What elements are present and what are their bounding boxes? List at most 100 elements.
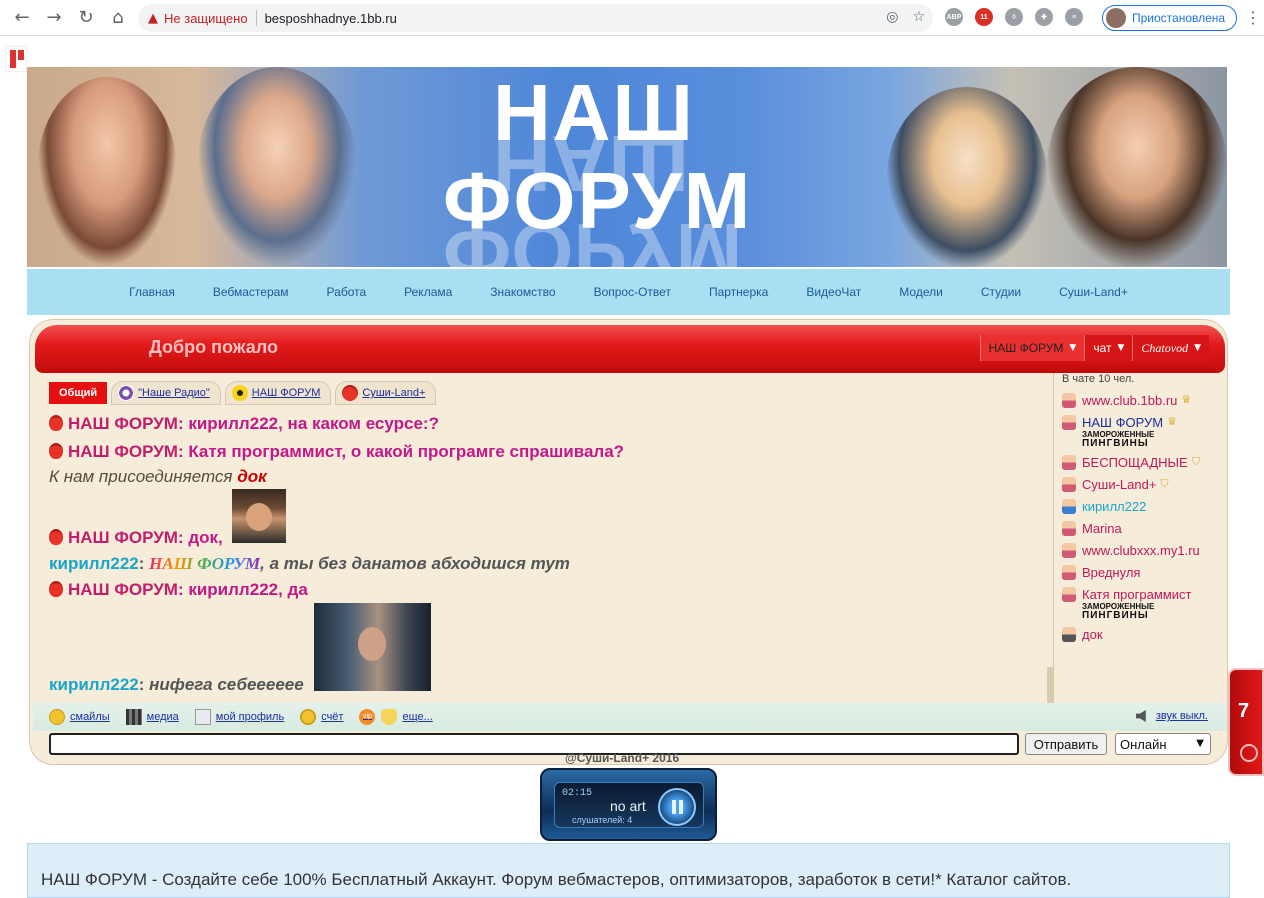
tab-sushi[interactable]: Суши-Land+ bbox=[335, 381, 437, 405]
user-item[interactable]: www.club.1bb.ru ♛ bbox=[1062, 393, 1222, 408]
message-author[interactable]: НАШ ФОРУМ bbox=[68, 442, 178, 461]
tab-radio[interactable]: "Наше Радио" bbox=[111, 381, 221, 405]
user-name: кирилл222 bbox=[1082, 499, 1147, 514]
copyright-text: @Суши-Land+ 2016 bbox=[565, 751, 680, 765]
account-button[interactable]: счёт bbox=[300, 709, 343, 725]
nav-item-work[interactable]: Работа bbox=[327, 285, 367, 299]
user-name: док bbox=[1082, 627, 1103, 642]
message-author[interactable]: кирилл222 bbox=[49, 554, 139, 573]
user-item[interactable]: НАШ ФОРУМ ЗАМОРОЖЕННЫЕ ПИНГВИНЫ ♛ bbox=[1062, 415, 1222, 449]
user-name: Marina bbox=[1082, 521, 1122, 536]
profile-button[interactable]: Приостановлена bbox=[1102, 5, 1237, 31]
film-icon bbox=[125, 709, 142, 725]
status-select[interactable]: Онлайн ▼ bbox=[1115, 733, 1211, 755]
puzzle-icon[interactable]: ✚ bbox=[1035, 8, 1053, 26]
chevron-down-icon: ▼ bbox=[1196, 738, 1204, 749]
nav-item-sushi[interactable]: Суши-Land+ bbox=[1059, 285, 1128, 299]
more-button[interactable]: еще... bbox=[381, 709, 433, 725]
chevron-down-icon: ▼ bbox=[1069, 343, 1077, 353]
user-item[interactable]: Суши-Land+ ⛉ bbox=[1062, 477, 1222, 492]
warning-icon[interactable]: ▲ bbox=[148, 11, 158, 26]
chevron-down-icon: ▼ bbox=[1117, 343, 1125, 353]
security-label[interactable]: Не защищено bbox=[164, 11, 248, 26]
nav-item-qa[interactable]: Вопрос-Ответ bbox=[594, 285, 671, 299]
user-item[interactable]: Marina bbox=[1062, 521, 1222, 536]
nav-item-models[interactable]: Модели bbox=[899, 285, 943, 299]
gif-image-joey bbox=[314, 603, 431, 691]
chat-frame: Добро пожало НАШ ФОРУМ ▼ чат ▼ Chatovod ▼ О… bbox=[27, 317, 1230, 767]
main-nav: Главная Вебмастерам Работа Реклама Знако… bbox=[27, 269, 1230, 315]
vip-button[interactable]: vip bbox=[359, 709, 376, 725]
room-dropdown-chat[interactable]: чат ▼ bbox=[1084, 335, 1133, 361]
side-tab-number: 7 bbox=[1238, 700, 1250, 722]
profile-label: Приостановлена bbox=[1132, 11, 1226, 25]
nav-item-dating[interactable]: Знакомство bbox=[490, 285, 555, 299]
extension-badge-icon[interactable]: 11 bbox=[975, 8, 993, 26]
user-name: Катя программист bbox=[1082, 587, 1192, 602]
pause-icon[interactable] bbox=[658, 788, 696, 826]
room-dropdown-chatovod[interactable]: Chatovod ▼ bbox=[1132, 335, 1209, 361]
status-text: ПИНГВИНЫ bbox=[1082, 438, 1149, 449]
user-item[interactable]: кирилл222 bbox=[1062, 499, 1222, 514]
address-bar[interactable]: ▲ Не защищено besposhhadnye.1bb.ru ◎ ☆ bbox=[138, 4, 933, 32]
message-author[interactable]: кирилл222 bbox=[49, 675, 139, 694]
user-item[interactable]: www.clubxxx.my1.ru bbox=[1062, 543, 1222, 558]
media-button[interactable]: медиа bbox=[125, 709, 179, 725]
message-input[interactable] bbox=[49, 733, 1019, 755]
room-label: чат bbox=[1093, 341, 1112, 355]
user-item[interactable]: Вреднуля bbox=[1062, 565, 1222, 580]
back-icon[interactable]: ← bbox=[6, 2, 38, 34]
nav-item-studios[interactable]: Студии bbox=[981, 285, 1021, 299]
message-author[interactable]: НАШ ФОРУМ bbox=[68, 580, 178, 599]
user-item[interactable]: БЕСПОЩАДНЫЕ ⛉ bbox=[1062, 455, 1222, 470]
tab-general[interactable]: Общий bbox=[49, 382, 108, 404]
smile-icon bbox=[49, 709, 65, 725]
radio-player: 02:15 no art слушателей: 4 bbox=[540, 768, 717, 841]
crown-icon: ♛ bbox=[1181, 393, 1192, 406]
adblock-icon[interactable]: ABP bbox=[945, 8, 963, 26]
nav-item-videochat[interactable]: ВидеоЧат bbox=[806, 285, 861, 299]
message-author[interactable]: НАШ ФОРУМ bbox=[68, 414, 178, 433]
joined-user[interactable]: док bbox=[237, 467, 267, 486]
strawberry-icon bbox=[49, 529, 63, 545]
home-icon[interactable]: ⌂ bbox=[102, 2, 134, 34]
crown-icon: ♛ bbox=[1167, 415, 1177, 428]
message-author[interactable]: НАШ ФОРУМ bbox=[68, 528, 178, 547]
female-user-icon bbox=[1062, 415, 1076, 430]
eye-off-icon[interactable]: ◎ bbox=[886, 9, 898, 25]
user-item[interactable]: док bbox=[1062, 627, 1222, 642]
player-time: 02:15 bbox=[562, 788, 593, 799]
strawberry-icon bbox=[342, 385, 359, 401]
user-name: Суши-Land+ bbox=[1082, 477, 1157, 492]
room-dropdown-forum[interactable]: НАШ ФОРУМ ▼ bbox=[979, 335, 1085, 361]
tab-label: Суши-Land+ bbox=[362, 387, 426, 399]
forward-icon[interactable]: → bbox=[38, 2, 70, 34]
message-text: , а ты без данатов абходишся тут bbox=[260, 554, 570, 573]
strawberry-icon bbox=[49, 415, 63, 431]
sound-toggle[interactable]: звук выкл. bbox=[1135, 710, 1208, 722]
male-user-icon bbox=[1062, 499, 1076, 514]
gif-image-leo bbox=[232, 489, 286, 543]
chat-message: НАШ ФОРУМ: Катя программист, о какой про… bbox=[49, 441, 624, 462]
star-icon[interactable]: ☆ bbox=[912, 9, 925, 25]
chat-tabs: Общий "Наше Радио" НАШ ФОРУМ Суши-Land+ bbox=[49, 381, 437, 405]
profile-button[interactable]: мой профиль bbox=[194, 709, 284, 725]
browser-toolbar: ← → ↻ ⌂ ▲ Не защищено besposhhadnye.1bb.… bbox=[0, 0, 1264, 36]
nav-item-partner[interactable]: Партнерка bbox=[709, 285, 768, 299]
nav-item-home[interactable]: Главная bbox=[129, 285, 175, 299]
nav-item-webmasters[interactable]: Вебмастерам bbox=[213, 285, 289, 299]
send-button[interactable]: Отправить bbox=[1025, 733, 1107, 755]
bookmark-tab-icon[interactable] bbox=[5, 46, 27, 72]
side-widget-tab[interactable]: 7 bbox=[1228, 668, 1264, 776]
tab-forum[interactable]: НАШ ФОРУМ bbox=[224, 381, 332, 405]
media-queue-icon[interactable]: ≡ bbox=[1065, 8, 1083, 26]
status-text: ПИНГВИНЫ bbox=[1082, 610, 1149, 621]
reload-icon[interactable]: ↻ bbox=[70, 2, 102, 34]
smiles-button[interactable]: смайлы bbox=[49, 709, 110, 725]
nav-item-ads[interactable]: Реклама bbox=[404, 285, 452, 299]
user-item[interactable]: Катя программист ЗАМОРОЖЕННЫЕ ПИНГВИНЫ bbox=[1062, 587, 1222, 621]
url-text[interactable]: besposhhadnye.1bb.ru bbox=[265, 11, 397, 26]
tab-label: "Наше Радио" bbox=[138, 387, 210, 399]
shield-ext-icon[interactable]: ◊ bbox=[1005, 8, 1023, 26]
more-menu-icon[interactable]: ⋮ bbox=[1245, 8, 1261, 27]
